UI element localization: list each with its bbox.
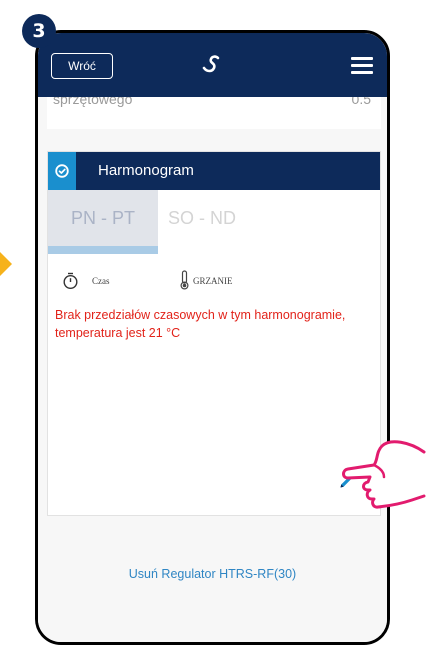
previous-settings-row: sprzętowego 0.5 <box>47 97 381 129</box>
previous-row-value: 0.5 <box>351 97 371 107</box>
thermometer-icon <box>180 270 189 290</box>
schedule-meta-row: Czas GRZANIE <box>48 270 380 300</box>
clock-icon <box>63 272 78 290</box>
schedule-card: Harmonogram PN - PT SO - ND Czas GRZANIE <box>47 151 381 516</box>
empty-schedule-message: Brak przedziałów czasowych w tym harmono… <box>55 308 346 340</box>
left-pointer-arrow-icon <box>0 252 12 276</box>
schedule-header: Harmonogram <box>48 152 380 190</box>
tab-weekend[interactable]: SO - ND <box>162 190 252 246</box>
main-content: sprzętowego 0.5 Harmonogram PN - PT SO -… <box>38 97 387 642</box>
time-label: Czas <box>92 276 110 286</box>
heating-label: GRZANIE <box>193 276 233 286</box>
pointing-hand-icon <box>342 440 426 509</box>
top-bar: Wróć <box>38 33 387 97</box>
tab-weekdays-underline <box>48 246 158 254</box>
hamburger-menu-icon[interactable] <box>351 57 373 75</box>
previous-row-label: sprzętowego <box>53 97 133 107</box>
schedule-title: Harmonogram <box>98 162 194 179</box>
remove-device-link[interactable]: Usuń Regulator HTRS-RF(30) <box>38 567 387 581</box>
schedule-icon <box>48 152 76 190</box>
phone-frame: Wróć sprzętowego 0.5 Harmonogram PN - PT… <box>35 30 390 645</box>
back-button[interactable]: Wróć <box>51 53 113 79</box>
tab-weekdays[interactable]: PN - PT <box>48 190 158 246</box>
salus-logo-icon <box>202 55 220 73</box>
step-number-badge: 3 <box>22 14 56 48</box>
